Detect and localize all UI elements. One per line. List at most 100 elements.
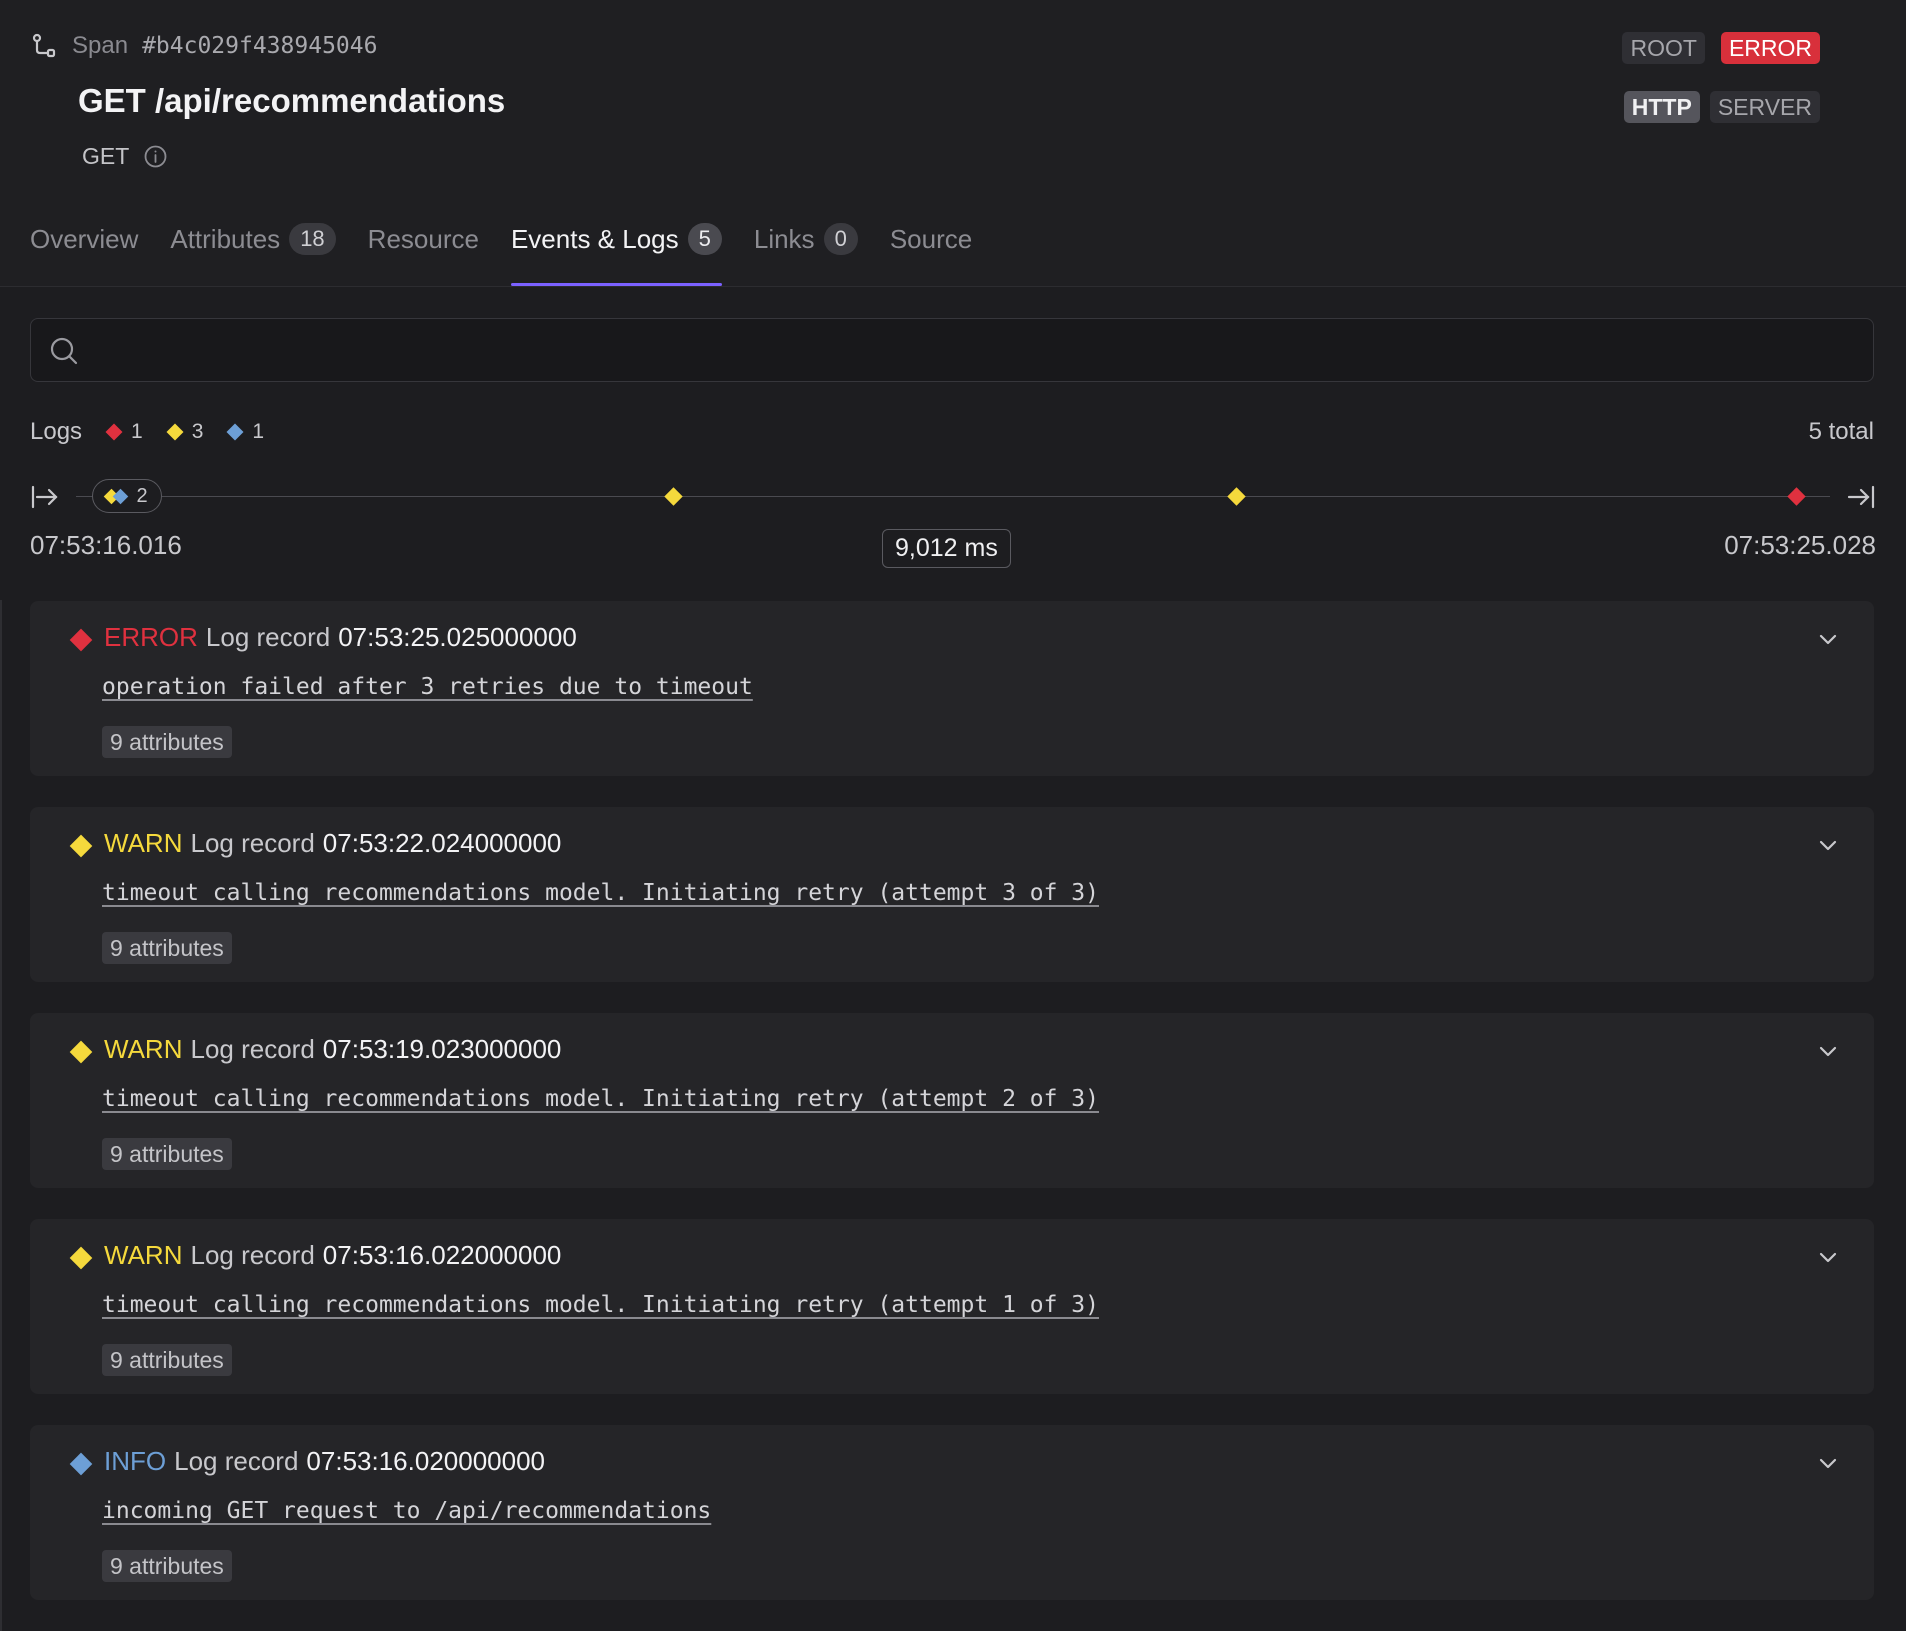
span-label: Span [72, 32, 129, 59]
log-message[interactable]: operation failed after 3 retries due to … [102, 674, 753, 700]
log-record-label: Log record [190, 828, 315, 858]
logs-summary: Logs 1 3 1 [30, 418, 264, 446]
logs-label: Logs [30, 418, 83, 445]
tab-label: Source [889, 224, 973, 254]
error-badge: ERROR [1720, 32, 1820, 64]
attributes-count-badge[interactable]: 9 attributes [102, 1550, 232, 1582]
log-timeline: 2 [30, 477, 1876, 517]
chevron-down-icon[interactable] [1816, 1245, 1840, 1269]
span-id[interactable]: #b4c029f438945046 [142, 33, 377, 59]
log-search-box [30, 318, 1874, 382]
log-record-card[interactable]: WARN Log record 07:53:19.023000000 timeo… [30, 1013, 1874, 1188]
tab-resource[interactable]: Resource [368, 224, 479, 286]
tab-links[interactable]: Links 0 [753, 223, 858, 286]
log-level: ERROR [104, 622, 198, 652]
timeline-labels: 07:53:16.016 9,012 ms 07:53:25.028 [30, 529, 1876, 570]
tab-label: Events & Logs [510, 224, 679, 254]
span-method: GET [82, 143, 168, 170]
log-record-card[interactable]: ERROR Log record 07:53:25.025000000 oper… [30, 601, 1874, 776]
log-message[interactable]: timeout calling recommendations model. I… [102, 1086, 1099, 1112]
span-kind-badges: HTTP SERVER [1623, 91, 1820, 123]
log-record-label: Log record [190, 1034, 315, 1064]
chevron-down-icon[interactable] [1816, 1039, 1840, 1063]
tab-source[interactable]: Source [890, 224, 972, 286]
log-record-label: Log record [174, 1446, 299, 1476]
detail-tabs: Overview Attributes 18 Resource Events &… [30, 223, 972, 286]
timeline-cluster[interactable]: 2 [92, 479, 162, 513]
log-record-heading: WARN Log record 07:53:19.023000000 [104, 1034, 561, 1065]
error-count-legend[interactable]: 1 [105, 420, 143, 444]
search-input[interactable] [95, 327, 1859, 375]
tab-label: Resource [367, 224, 479, 254]
attributes-count-badge[interactable]: 9 attributes [102, 1138, 232, 1170]
method-label: GET [82, 143, 130, 169]
log-message[interactable]: incoming GET request to /api/recommendat… [102, 1498, 711, 1524]
tab-events-logs[interactable]: Events & Logs 5 [510, 223, 722, 286]
info-diamond-icon [113, 488, 129, 504]
timeline-error-marker[interactable] [1787, 487, 1806, 506]
warn-diamond-icon [69, 1040, 93, 1064]
panel-left-border [0, 600, 2, 1631]
tab-count: 0 [823, 223, 858, 255]
log-record-heading: WARN Log record 07:53:22.024000000 [104, 828, 561, 859]
warn-diamond-icon [69, 1246, 93, 1270]
log-record-card[interactable]: INFO Log record 07:53:16.020000000 incom… [30, 1425, 1874, 1600]
timeline-start-time: 07:53:16.016 [30, 530, 182, 560]
info-icon[interactable] [143, 144, 168, 169]
log-timestamp: 07:53:19.023000000 [322, 1034, 562, 1064]
info-count-legend[interactable]: 1 [226, 420, 265, 444]
timeline-duration: 9,012 ms [882, 529, 1011, 568]
log-level: WARN [104, 1240, 183, 1270]
span-id-line: Span #b4c029f438945046 [30, 32, 377, 60]
log-record-heading: INFO Log record 07:53:16.020000000 [104, 1446, 545, 1477]
timeline-warn-marker[interactable] [664, 487, 683, 506]
log-record-card[interactable]: WARN Log record 07:53:22.024000000 timeo… [30, 807, 1874, 982]
cluster-count: 2 [136, 484, 148, 507]
chevron-down-icon[interactable] [1816, 627, 1840, 651]
timeline-end-time: 07:53:25.028 [1724, 530, 1876, 560]
tab-count: 5 [687, 223, 722, 255]
attributes-count-badge[interactable]: 9 attributes [102, 726, 232, 758]
tab-overview[interactable]: Overview [30, 224, 138, 286]
timeline-warn-marker[interactable] [1227, 487, 1246, 506]
log-message[interactable]: timeout calling recommendations model. I… [102, 1292, 1099, 1318]
span-header: Span #b4c029f438945046 GET /api/recommen… [0, 0, 1906, 287]
log-timestamp: 07:53:16.020000000 [306, 1446, 545, 1476]
chevron-down-icon[interactable] [1816, 833, 1840, 857]
span-status-badges: ROOT ERROR [1622, 32, 1820, 64]
log-timestamp: 07:53:25.025000000 [338, 622, 577, 652]
server-badge: SERVER [1709, 91, 1820, 123]
jump-to-start-icon[interactable] [30, 483, 60, 511]
log-level: WARN [104, 828, 183, 858]
info-diamond-icon [69, 1452, 93, 1476]
log-record-card[interactable]: WARN Log record 07:53:16.022000000 timeo… [30, 1219, 1874, 1394]
attributes-count-badge[interactable]: 9 attributes [102, 932, 232, 964]
log-level: WARN [104, 1034, 183, 1064]
info-diamond-icon [226, 423, 244, 441]
search-icon [50, 337, 78, 365]
error-count: 1 [131, 420, 143, 443]
jump-to-end-icon[interactable] [1846, 483, 1876, 511]
attributes-count-badge[interactable]: 9 attributes [102, 1344, 232, 1376]
log-record-heading: ERROR Log record 07:53:25.025000000 [104, 622, 577, 653]
tab-label: Links [753, 224, 815, 254]
log-message[interactable]: timeout calling recommendations model. I… [102, 880, 1099, 906]
log-record-heading: WARN Log record 07:53:16.022000000 [104, 1240, 561, 1271]
root-badge: ROOT [1622, 32, 1705, 64]
log-level: INFO [104, 1446, 167, 1476]
log-timestamp: 07:53:22.024000000 [322, 828, 562, 858]
tab-count: 18 [289, 223, 336, 255]
warn-diamond-icon [166, 423, 184, 441]
info-count: 1 [252, 420, 265, 443]
tab-attributes[interactable]: Attributes 18 [170, 223, 336, 286]
log-record-label: Log record [205, 622, 331, 652]
warn-diamond-icon [69, 834, 93, 858]
span-tree-icon [30, 32, 58, 60]
log-timestamp: 07:53:16.022000000 [322, 1240, 562, 1270]
tab-label: Overview [30, 224, 139, 254]
warn-count: 3 [191, 420, 204, 443]
chevron-down-icon[interactable] [1816, 1451, 1840, 1475]
error-diamond-icon [105, 423, 123, 441]
warn-count-legend[interactable]: 3 [166, 420, 204, 444]
span-title: GET /api/recommendations [78, 82, 506, 119]
